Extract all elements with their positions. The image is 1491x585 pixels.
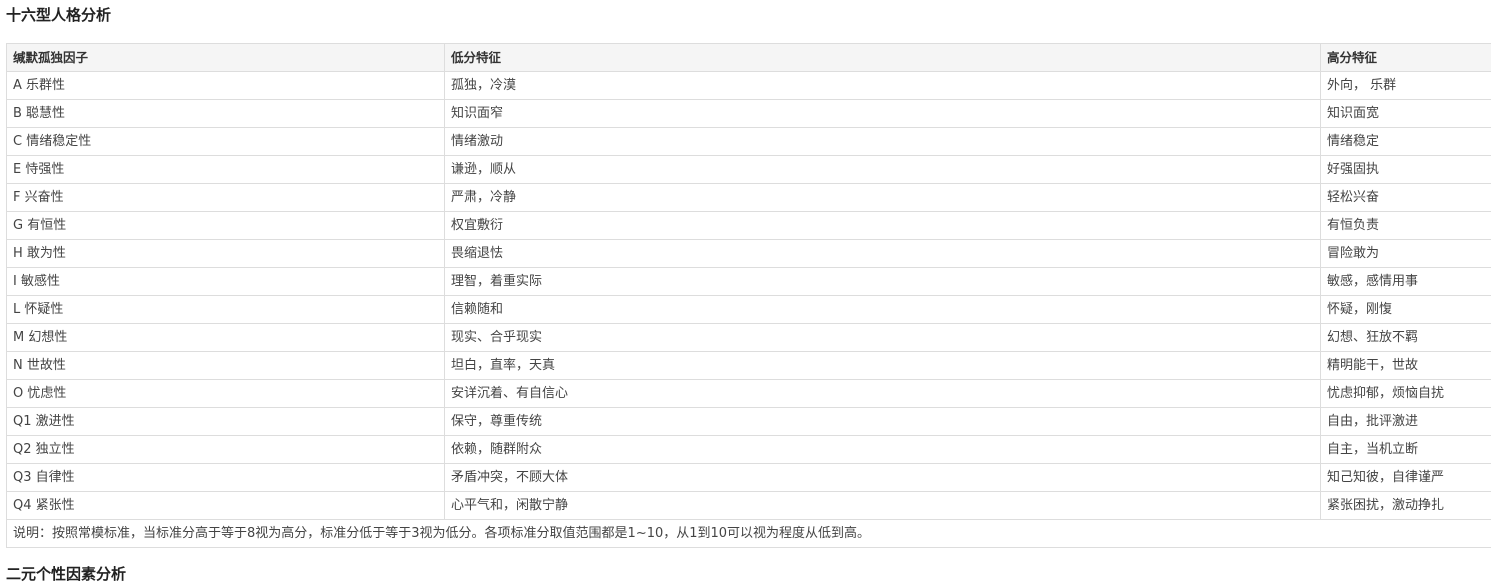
column-header-low-score: 低分特征 [445,44,1321,72]
low-score-cell: 畏缩退怯 [445,240,1321,268]
table-row: G 有恒性权宜敷衍有恒负责 [7,212,1491,240]
factor-cell: C 情绪稳定性 [7,128,445,156]
low-score-cell: 知识面窄 [445,100,1321,128]
factor-cell: I 敏感性 [7,268,445,296]
section-title: 十六型人格分析 [6,4,111,26]
low-score-cell: 理智，着重实际 [445,268,1321,296]
low-score-cell: 依赖，随群附众 [445,436,1321,464]
table-row: Q3 自律性矛盾冲突，不顾大体知己知彼，自律谨严 [7,464,1491,492]
low-score-cell: 信赖随和 [445,296,1321,324]
factor-cell: Q2 独立性 [7,436,445,464]
table-body: A 乐群性孤独，冷漠外向， 乐群B 聪慧性知识面窄知识面宽C 情绪稳定性情绪激动… [7,72,1491,520]
factor-cell: Q4 紧张性 [7,492,445,520]
low-score-cell: 安详沉着、有自信心 [445,380,1321,408]
table-row: M 幻想性现实、合乎现实幻想、狂放不羁 [7,324,1491,352]
low-score-cell: 现实、合乎现实 [445,324,1321,352]
low-score-cell: 保守，尊重传统 [445,408,1321,436]
factor-cell: H 敢为性 [7,240,445,268]
high-score-cell: 轻松兴奋 [1321,184,1491,212]
table-row: E 恃强性谦逊，顺从好强固执 [7,156,1491,184]
low-score-cell: 严肃，冷静 [445,184,1321,212]
factor-cell: Q1 激进性 [7,408,445,436]
high-score-cell: 怀疑，刚愎 [1321,296,1491,324]
factor-cell: A 乐群性 [7,72,445,100]
table-note: 说明：按照常模标准，当标准分高于等于8视为高分，标准分低于等于3视为低分。各项标… [7,520,1491,548]
table-row: A 乐群性孤独，冷漠外向， 乐群 [7,72,1491,100]
high-score-cell: 幻想、狂放不羁 [1321,324,1491,352]
next-section-title: 二元个性因素分析 [6,563,126,585]
high-score-cell: 知识面宽 [1321,100,1491,128]
factor-cell: E 恃强性 [7,156,445,184]
table-row: O 忧虑性安详沉着、有自信心忧虑抑郁，烦恼自扰 [7,380,1491,408]
low-score-cell: 权宜敷衍 [445,212,1321,240]
table-row: Q4 紧张性心平气和，闲散宁静紧张困扰，激动挣扎 [7,492,1491,520]
factor-cell: B 聪慧性 [7,100,445,128]
low-score-cell: 心平气和，闲散宁静 [445,492,1321,520]
low-score-cell: 情绪激动 [445,128,1321,156]
high-score-cell: 敏感，感情用事 [1321,268,1491,296]
table-row: B 聪慧性知识面窄知识面宽 [7,100,1491,128]
high-score-cell: 知己知彼，自律谨严 [1321,464,1491,492]
factor-cell: G 有恒性 [7,212,445,240]
high-score-cell: 忧虑抑郁，烦恼自扰 [1321,380,1491,408]
low-score-cell: 孤独，冷漠 [445,72,1321,100]
high-score-cell: 精明能干，世故 [1321,352,1491,380]
table-row: L 怀疑性信赖随和怀疑，刚愎 [7,296,1491,324]
high-score-cell: 情绪稳定 [1321,128,1491,156]
column-header-factor: 缄默孤独因子 [7,44,445,72]
high-score-cell: 自主，当机立断 [1321,436,1491,464]
personality-factor-table: 缄默孤独因子 低分特征 高分特征 A 乐群性孤独，冷漠外向， 乐群B 聪慧性知识… [6,43,1491,548]
table-row: F 兴奋性严肃，冷静轻松兴奋 [7,184,1491,212]
factor-cell: M 幻想性 [7,324,445,352]
table-row: Q1 激进性保守，尊重传统自由，批评激进 [7,408,1491,436]
low-score-cell: 谦逊，顺从 [445,156,1321,184]
factor-cell: Q3 自律性 [7,464,445,492]
high-score-cell: 紧张困扰，激动挣扎 [1321,492,1491,520]
high-score-cell: 有恒负责 [1321,212,1491,240]
factor-cell: N 世故性 [7,352,445,380]
table-row: Q2 独立性依赖，随群附众自主，当机立断 [7,436,1491,464]
factor-cell: O 忧虑性 [7,380,445,408]
high-score-cell: 外向， 乐群 [1321,72,1491,100]
table-note-row: 说明：按照常模标准，当标准分高于等于8视为高分，标准分低于等于3视为低分。各项标… [7,520,1491,548]
table-row: I 敏感性理智，着重实际敏感，感情用事 [7,268,1491,296]
column-header-high-score: 高分特征 [1321,44,1491,72]
high-score-cell: 冒险敢为 [1321,240,1491,268]
factor-cell: F 兴奋性 [7,184,445,212]
high-score-cell: 好强固执 [1321,156,1491,184]
factor-cell: L 怀疑性 [7,296,445,324]
low-score-cell: 坦白，直率，天真 [445,352,1321,380]
table-row: N 世故性坦白，直率，天真精明能干，世故 [7,352,1491,380]
table-row: C 情绪稳定性情绪激动情绪稳定 [7,128,1491,156]
table-row: H 敢为性畏缩退怯冒险敢为 [7,240,1491,268]
table-header-row: 缄默孤独因子 低分特征 高分特征 [7,44,1491,72]
high-score-cell: 自由，批评激进 [1321,408,1491,436]
low-score-cell: 矛盾冲突，不顾大体 [445,464,1321,492]
